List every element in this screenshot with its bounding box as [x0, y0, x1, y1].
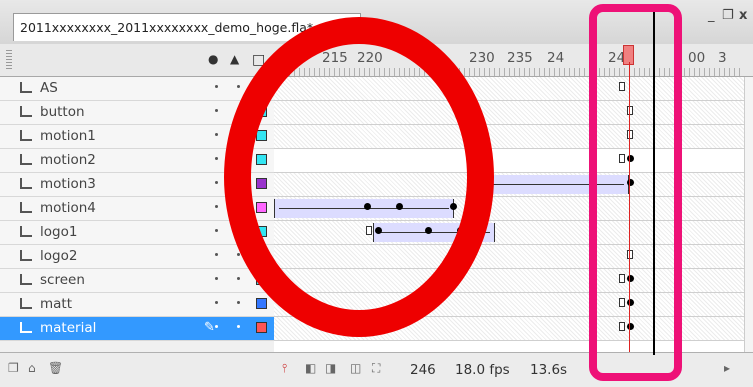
- layer-name: logo1: [40, 224, 78, 240]
- layer-row-logo2[interactable]: logo2: [0, 245, 274, 269]
- visibility-dot[interactable]: [215, 277, 218, 280]
- layer-color-swatch[interactable]: [256, 298, 267, 309]
- layer-row-matt[interactable]: matt: [0, 293, 274, 317]
- new-folder-icon[interactable]: ⌂: [28, 361, 36, 375]
- layer-row-as[interactable]: AS: [0, 77, 274, 101]
- layer-name: material: [40, 320, 97, 336]
- lock-dot[interactable]: [237, 325, 240, 328]
- visibility-dot[interactable]: [215, 109, 218, 112]
- layer-icon: [20, 130, 32, 141]
- elapsed-time: 13.6s: [530, 362, 568, 378]
- new-layer-icon[interactable]: ❐: [8, 361, 19, 375]
- scroll-right-icon[interactable]: ▸: [724, 361, 730, 375]
- visibility-dot[interactable]: [215, 133, 218, 136]
- vertical-scrollbar[interactable]: [744, 77, 753, 352]
- layer-icon: [20, 202, 32, 213]
- drag-grip-icon[interactable]: [6, 50, 12, 70]
- delete-icon[interactable]: 🗑: [48, 361, 63, 375]
- layer-icon: [20, 178, 32, 189]
- current-frame: 246: [410, 362, 436, 378]
- visibility-dot[interactable]: [215, 181, 218, 184]
- layer-name: matt: [40, 296, 73, 312]
- visibility-dot[interactable]: [215, 253, 218, 256]
- layer-icon: [20, 250, 32, 261]
- layer-icon: [20, 82, 32, 93]
- layer-color-swatch[interactable]: [256, 322, 267, 333]
- close-icon[interactable]: x: [739, 8, 747, 23]
- onion-outline-icon[interactable]: ◨: [325, 361, 336, 375]
- visibility-dot[interactable]: [215, 325, 218, 328]
- timeline-panel: 2011xxxxxxxx_2011xxxxxxxx_demo_hoge.fla*…: [0, 0, 753, 387]
- center-frame-icon[interactable]: ⫯: [282, 361, 287, 376]
- annotation-circle: [224, 17, 494, 337]
- layer-name: motion1: [40, 128, 96, 144]
- layer-name: button: [40, 104, 85, 120]
- layer-name: motion2: [40, 152, 96, 168]
- lock-dot[interactable]: [237, 85, 240, 88]
- ruler-label: 3: [718, 50, 727, 66]
- visibility-dot[interactable]: [215, 157, 218, 160]
- pencil-icon: ✎: [204, 320, 215, 335]
- layer-name: motion3: [40, 176, 96, 192]
- edit-multiple-frames-icon[interactable]: ◫: [350, 361, 361, 375]
- eye-icon[interactable]: ●: [208, 52, 218, 66]
- visibility-dot[interactable]: [215, 301, 218, 304]
- layer-row-screen[interactable]: screen: [0, 269, 274, 293]
- onion-skin-icon[interactable]: ◧: [305, 361, 316, 375]
- restore-icon[interactable]: ❐: [722, 8, 734, 23]
- lock-dot[interactable]: [237, 277, 240, 280]
- lock-icon[interactable]: ▲: [230, 52, 239, 66]
- layer-icon: [20, 106, 32, 117]
- layer-name: logo2: [40, 248, 78, 264]
- ruler-label: 235: [507, 50, 533, 66]
- annotation-highlight-box: [589, 4, 682, 381]
- layer-name: screen: [40, 272, 85, 288]
- layer-name: motion4: [40, 200, 96, 216]
- layer-icon: [20, 298, 32, 309]
- ruler-label: 00: [688, 50, 706, 66]
- lock-dot[interactable]: [237, 301, 240, 304]
- onion-markers-icon[interactable]: ⛶: [372, 361, 380, 376]
- visibility-dot[interactable]: [215, 229, 218, 232]
- frame-rate[interactable]: 18.0 fps: [455, 362, 510, 378]
- visibility-dot[interactable]: [215, 85, 218, 88]
- layer-row-material[interactable]: material ✎: [0, 317, 274, 341]
- ruler-label: 230: [469, 50, 495, 66]
- visibility-dot[interactable]: [215, 205, 218, 208]
- minimize-icon[interactable]: _: [708, 8, 715, 23]
- layer-name: AS: [40, 80, 58, 96]
- layer-icon: [20, 226, 32, 237]
- layer-icon: [20, 322, 32, 333]
- layer-icon: [20, 274, 32, 285]
- ruler-label: 24: [547, 50, 565, 66]
- layer-icon: [20, 154, 32, 165]
